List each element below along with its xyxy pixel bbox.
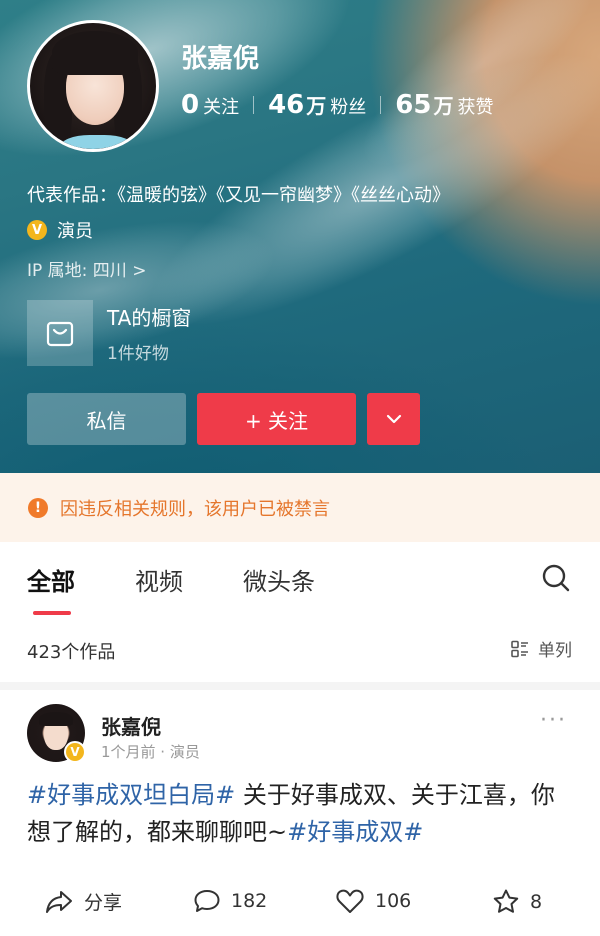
works-count: 423个作品	[27, 642, 116, 663]
hashtag-link[interactable]: #好事成双坦白局#	[27, 781, 235, 809]
post-text[interactable]: #好事成双坦白局# 关于好事成双、关于江喜，你想了解的，都来聊聊吧~#好事成双#	[27, 777, 577, 851]
divider	[253, 96, 255, 114]
more-options-button[interactable]	[367, 393, 420, 445]
follow-button[interactable]: + 关注	[197, 393, 356, 445]
role-label: 演员	[57, 221, 93, 242]
search-button[interactable]	[540, 562, 572, 594]
profile-header: 张嘉倪 0 关注 46 万 粉丝 65 万 获赞 代表作品：《温暖的弦》《又见一…	[0, 0, 600, 473]
hashtag-link[interactable]: #好事成双#	[287, 818, 423, 846]
heart-icon	[336, 889, 364, 913]
post-actions: 分享 182 106 8	[0, 880, 600, 924]
verified-role: V 演员	[27, 217, 93, 243]
active-tab-indicator	[33, 611, 71, 615]
verified-icon: V	[27, 220, 47, 240]
muted-notice-text: 因违反相关规则，该用户已被禁言	[60, 498, 330, 520]
post-verified-icon: V	[64, 741, 86, 763]
stat-following[interactable]: 0 关注	[181, 90, 239, 120]
star-icon	[493, 889, 519, 913]
ip-location-link[interactable]: IP 属地: 四川 >	[27, 256, 146, 281]
muted-notice-banner: ! 因违反相关规则，该用户已被禁言	[0, 473, 600, 542]
divider	[380, 96, 382, 114]
comment-icon	[194, 890, 220, 912]
share-button[interactable]: 分享	[44, 888, 122, 915]
layout-toggle[interactable]: 单列	[510, 636, 572, 661]
tab-micro-headlines[interactable]: 微头条	[243, 562, 315, 597]
post-author-name[interactable]: 张嘉倪	[101, 711, 161, 740]
shop-subtitle: 1件好物	[107, 344, 169, 364]
warning-icon: !	[28, 497, 48, 518]
comment-button[interactable]: 182	[193, 888, 267, 914]
stat-followers[interactable]: 46 万 粉丝	[268, 90, 366, 120]
profile-avatar[interactable]	[27, 20, 159, 152]
section-divider	[0, 682, 600, 690]
shopping-bag-icon	[27, 300, 93, 366]
like-button[interactable]: 106	[335, 888, 411, 914]
representative-works: 代表作品：《温暖的弦》《又见一帘幽梦》《丝丝心动》	[27, 185, 450, 206]
stat-likes[interactable]: 65 万 获赞	[395, 90, 493, 120]
content-tabs: 全部 视频 微头条	[0, 542, 600, 620]
search-icon	[542, 564, 570, 592]
share-icon	[46, 890, 72, 913]
tab-videos[interactable]: 视频	[135, 562, 183, 597]
shop-title: TA的橱窗	[107, 306, 192, 330]
tab-all[interactable]: 全部	[27, 562, 75, 597]
chevron-down-icon	[386, 414, 401, 424]
profile-stats: 0 关注 46 万 粉丝 65 万 获赞	[181, 90, 493, 120]
layout-label: 单列	[538, 641, 572, 661]
shop-window[interactable]: TA的橱窗 1件好物	[27, 300, 191, 366]
favorite-button[interactable]: 8	[492, 888, 542, 915]
works-count-row: 423个作品 单列	[0, 630, 600, 670]
post-more-icon[interactable]: ···	[540, 708, 567, 733]
post-meta: 1个月前 · 演员	[101, 743, 200, 761]
list-layout-icon	[511, 640, 528, 657]
profile-name: 张嘉倪	[181, 44, 260, 74]
message-button[interactable]: 私信	[27, 393, 186, 445]
